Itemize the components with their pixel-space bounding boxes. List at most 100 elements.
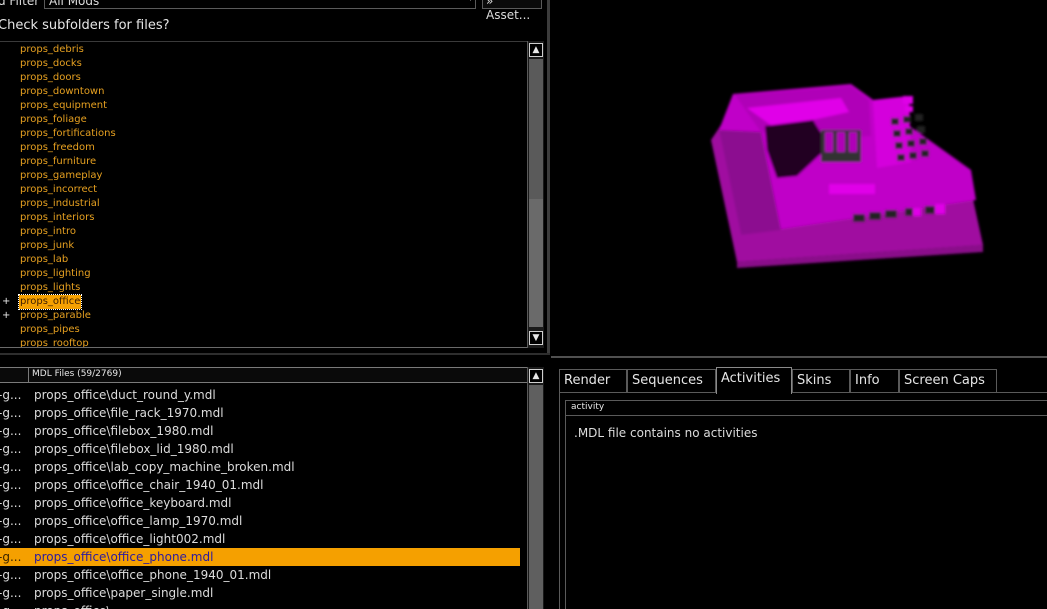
scroll-up-arrow-icon[interactable]: ▲ [529,369,543,383]
tree-item-props-debris[interactable]: props_debris [20,43,84,57]
tree-item-props-rooftop[interactable]: props_rooftop [20,337,89,347]
phone-model-render [711,84,983,268]
tree-item-props-incorrect[interactable]: props_incorrect [20,183,97,197]
tree-item-props-foliage[interactable]: props_foliage [20,113,87,127]
tab-strip: Render Sequences Activities Skins Info Screen… [559,367,1047,394]
mdl-list-scrollbar[interactable]: ▲ [527,367,544,609]
tree-item-props-intro[interactable]: props_intro [20,225,76,239]
tree-item-props-office[interactable]: props_office [17,294,83,310]
tab-activities[interactable]: Activities [716,367,792,394]
scroll-down-arrow-icon[interactable]: ▼ [529,331,543,345]
tree-item-props-lab[interactable]: props_lab [20,253,68,267]
row-file-name: props_office\lab_copy_machine_broken.mdl [34,460,295,474]
scroll-up-arrow-icon[interactable]: ▲ [529,43,543,57]
mdl-scrollbar-thumb[interactable] [529,385,543,609]
asset-button-label: » Asset... [486,0,531,22]
table-row[interactable]: -g... props_office\office_phone.mdl [0,548,520,566]
row-column-1: -g... [0,478,22,492]
table-row[interactable]: -g... props_office\filebox_lid_1980.mdl [0,440,520,458]
tree-expand-icon[interactable]: + [2,295,10,309]
table-row[interactable]: -g... props_office\... [0,602,520,609]
tree-scrollbar-track[interactable] [529,199,543,327]
row-file-name: props_office\office_lamp_1970.mdl [34,514,243,528]
table-row[interactable]: -g... props_office\duct_round_y.mdl [0,386,520,404]
horizontal-splitter-left[interactable] [0,353,550,355]
row-column-1: -g... [0,496,22,510]
tree-item-props-gameplay[interactable]: props_gameplay [20,169,102,183]
table-row[interactable]: -g... props_office\filebox_1980.mdl [0,422,520,440]
row-column-1: -g... [0,568,22,582]
tree-item-props-docks[interactable]: props_docks [20,57,82,71]
activity-list-header[interactable]: activity [566,401,1047,416]
row-column-1: -g... [0,514,22,528]
vertical-splitter[interactable] [547,0,550,354]
horizontal-splitter-right[interactable] [551,356,1047,358]
filter-label: d Filter [0,0,40,8]
mdl-list-column-1[interactable] [0,368,29,382]
row-file-name: props_office\file_rack_1970.mdl [34,406,224,420]
table-row[interactable]: -g... props_office\office_lamp_1970.mdl [0,512,520,530]
panel-edge [559,393,560,609]
table-row[interactable]: -g... props_office\paper_single.mdl [0,584,520,602]
row-file-name: props_office\filebox_lid_1980.mdl [34,442,234,456]
chevron-down-icon: ▾ [468,0,473,4]
mod-filter-dropdown[interactable]: All Mods ▾ [44,0,476,9]
tree-scrollbar[interactable]: ▲ ▼ [527,41,544,348]
row-file-name: props_office\duct_round_y.mdl [34,388,216,402]
row-file-name: props_office\office_chair_1940_01.mdl [34,478,264,492]
no-activities-message: .MDL file contains no activities [574,426,758,440]
tab-render[interactable]: Render [559,369,627,392]
tree-item-props-furniture[interactable]: props_furniture [20,155,96,169]
row-file-name: props_office\... [34,602,122,609]
tree-item-props-fortifications[interactable]: props_fortifications [20,127,116,141]
mdl-list-header: MDL Files (59/2769) [0,367,527,383]
row-file-name: props_office\filebox_1980.mdl [34,424,214,438]
tree-scrollbar-thumb[interactable] [529,59,543,199]
row-column-1: -g... [0,406,22,420]
row-column-1: -g... [0,532,22,546]
check-subfolders-label[interactable]: Check subfolders for files? [0,18,170,33]
row-file-name: props_office\office_phone_1940_01.mdl [34,568,272,582]
row-column-1: -g... [0,388,22,402]
folder-tree[interactable]: props_debris props_docks props_doors props_… [0,41,527,348]
tree-item-props-freedom[interactable]: props_freedom [20,141,95,155]
table-row[interactable]: -g... props_office\file_rack_1970.mdl [0,404,520,422]
tree-item-props-parable[interactable]: props_parable [20,309,91,323]
row-file-name: props_office\office_keyboard.mdl [34,496,232,510]
activity-column-title: activity [571,402,605,412]
table-row[interactable]: -g... props_office\office_light002.mdl [0,530,520,548]
row-file-name: props_office\paper_single.mdl [34,586,214,600]
tree-item-props-lights[interactable]: props_lights [20,281,80,295]
tree-item-props-downtown[interactable]: props_downtown [20,85,104,99]
tree-expand-icon[interactable]: + [2,309,10,323]
mdl-file-list[interactable]: -g... props_office\duct_round_y.mdl -g... p… [0,386,527,609]
row-file-name: props_office\office_light002.mdl [34,532,226,546]
tree-item-props-interiors[interactable]: props_interiors [20,211,94,225]
table-row[interactable]: -g... props_office\lab_copy_machine_broke… [0,458,520,476]
tab-screen-caps[interactable]: Screen Caps [899,369,997,392]
mdl-list-column-title[interactable]: MDL Files (59/2769) [32,369,122,379]
tab-skins[interactable]: Skins [792,369,850,392]
activity-panel: activity .MDL file contains no activitie… [565,400,1047,609]
row-file-name: props_office\office_phone.mdl [34,550,214,564]
table-row[interactable]: -g... props_office\office_phone_1940_01.m… [0,566,520,584]
table-row[interactable]: -g... props_office\office_chair_1940_01.m… [0,476,520,494]
tree-item-props-doors[interactable]: props_doors [20,71,81,85]
tree-item-props-equipment[interactable]: props_equipment [20,99,107,113]
tab-sequences[interactable]: Sequences [627,369,716,392]
tab-info[interactable]: Info [850,369,899,392]
asset-button[interactable]: » Asset... [482,0,542,22]
row-column-1: -g... [0,550,22,564]
mod-filter-value: All Mods [49,0,100,8]
row-column-1: -g... [0,442,22,456]
tree-item-props-industrial[interactable]: props_industrial [20,197,100,211]
row-column-1: -g... [0,460,22,474]
model-preview-viewport[interactable] [551,0,1047,354]
row-column-1: -g... [0,586,22,600]
row-column-1: -g... [0,602,28,609]
tree-item-props-pipes[interactable]: props_pipes [20,323,80,337]
row-column-1: -g... [0,424,22,438]
table-row[interactable]: -g... props_office\office_keyboard.mdl [0,494,520,512]
tree-item-props-lighting[interactable]: props_lighting [20,267,91,281]
tree-item-props-junk[interactable]: props_junk [20,239,74,253]
